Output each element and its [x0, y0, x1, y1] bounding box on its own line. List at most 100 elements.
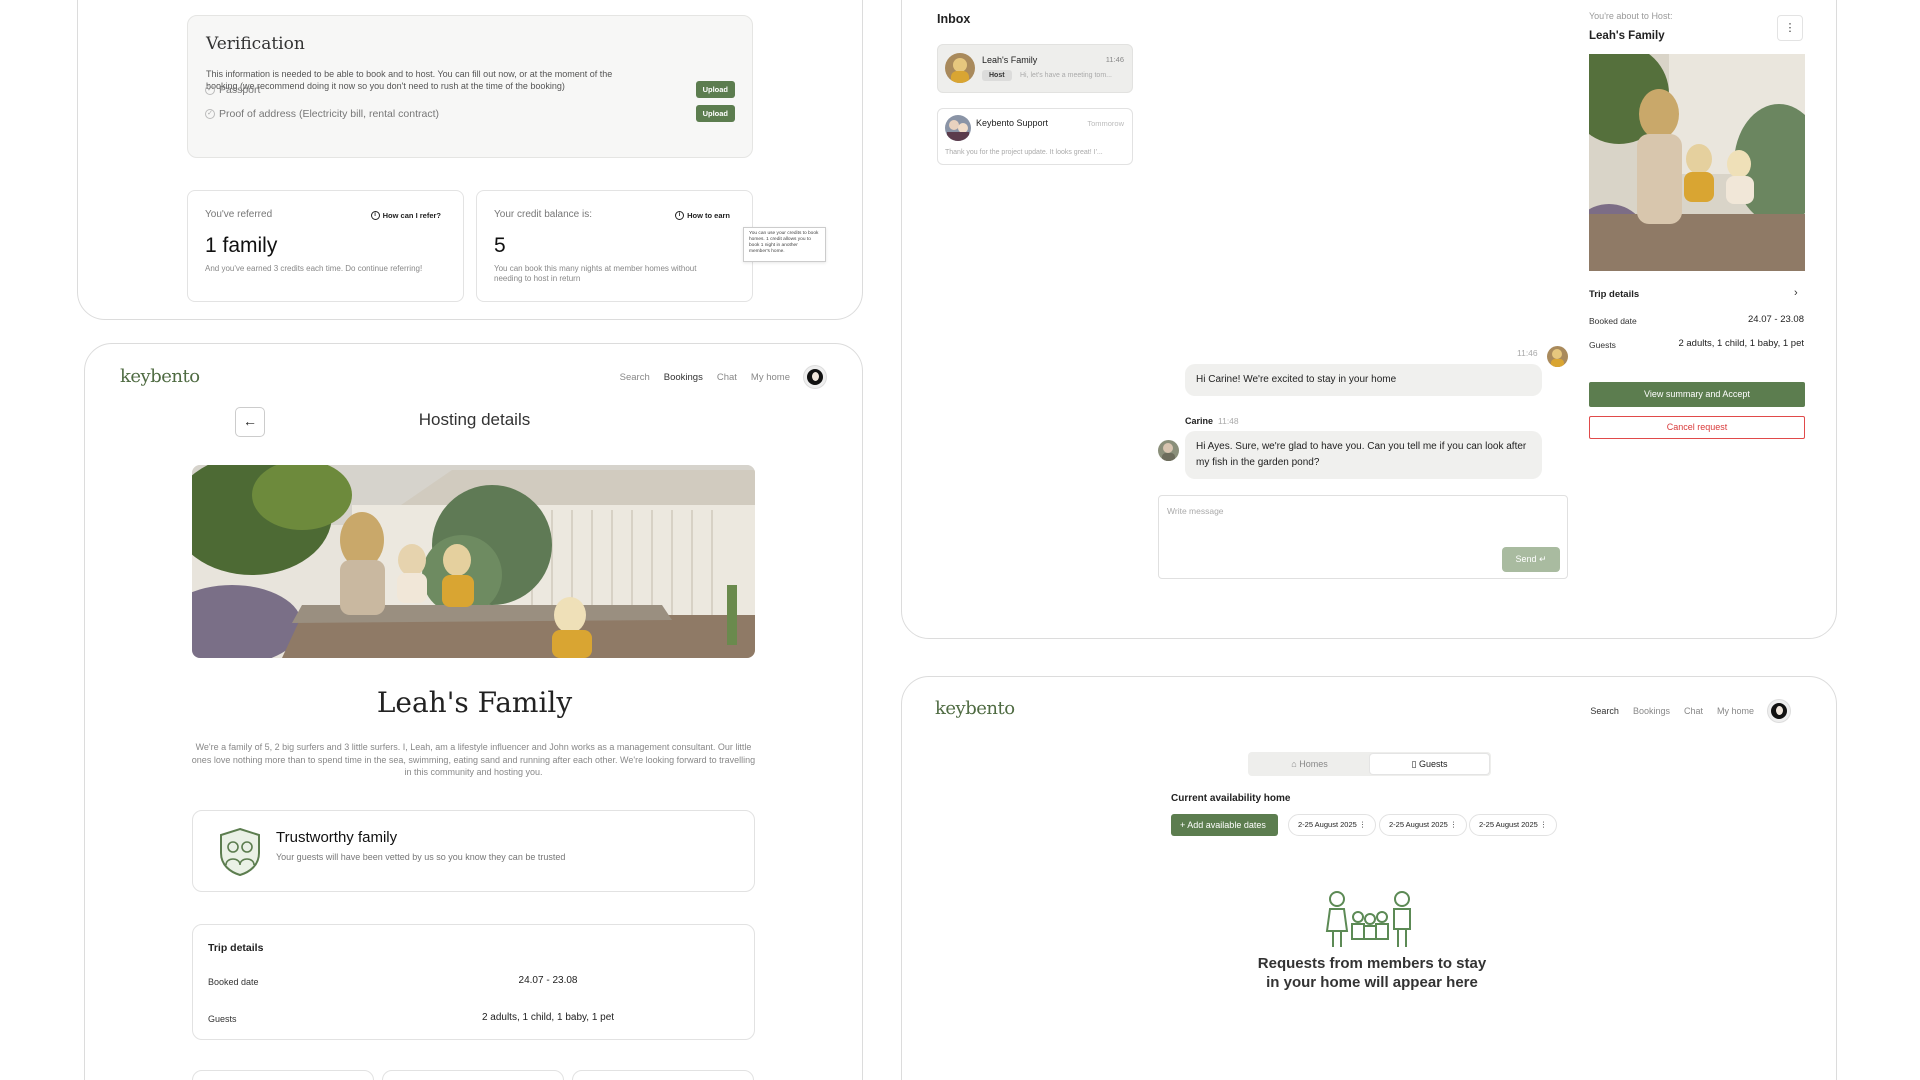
- more-icon: ⋮: [1449, 820, 1458, 829]
- about-to-host-name: Leah's Family: [1589, 30, 1665, 42]
- nav-search[interactable]: Search: [620, 372, 650, 383]
- about-to-host-label: You're about to Host:: [1589, 11, 1673, 21]
- trip-details-card: Trip details Booked date 24.07 - 23.08 G…: [192, 924, 755, 1040]
- home-icon: ⌂: [1291, 759, 1297, 769]
- date-chip[interactable]: 2-25 August 2025 ⋮: [1469, 814, 1558, 836]
- cancel-request-button[interactable]: Cancel request: [1589, 416, 1805, 439]
- keybento-logo[interactable]: keybento: [120, 366, 200, 387]
- info-card: [572, 1070, 754, 1080]
- verification-item-address: ✓ Proof of address (Electricity bill, re…: [205, 105, 735, 123]
- conversation-preview: Hi, let's have a meeting tom...: [1020, 72, 1112, 79]
- conversation-time: 11:46: [1105, 55, 1124, 64]
- chevron-right-icon[interactable]: ›: [1794, 287, 1798, 299]
- booked-date-label: Booked date: [208, 977, 259, 987]
- view-summary-accept-button[interactable]: View summary and Accept: [1589, 382, 1805, 407]
- date-chip-label: 2-25 August 2025: [1479, 820, 1538, 829]
- composer-placeholder: Write message: [1167, 506, 1224, 516]
- nav-bookings[interactable]: Bookings: [1633, 706, 1670, 716]
- shield-family-icon: [220, 827, 260, 877]
- enter-icon: ↵: [1539, 554, 1547, 564]
- info-card: [382, 1070, 564, 1080]
- more-icon: ⋮: [1358, 820, 1367, 829]
- message-sender: Carine: [1185, 416, 1214, 426]
- referred-subtext: And you've earned 3 credits each time. D…: [205, 264, 423, 273]
- nav-search[interactable]: Search: [1590, 706, 1619, 716]
- booked-date-value: 24.07 - 23.08: [1748, 314, 1804, 325]
- avatar: [1547, 346, 1568, 367]
- info-icon: i: [675, 211, 685, 220]
- user-avatar[interactable]: [804, 366, 826, 388]
- family-home-photo: [192, 465, 755, 658]
- message-composer[interactable]: Write message Send ↵: [1158, 495, 1568, 579]
- message-bubble: Hi Carine! We're excited to stay in your…: [1185, 364, 1542, 396]
- keybento-logo[interactable]: keybento: [935, 698, 1015, 719]
- verification-card: Verification This information is needed …: [187, 15, 753, 158]
- homes-guests-toggle: ⌂ Homes ▯ Guests: [1248, 752, 1491, 776]
- tab-guests[interactable]: ▯ Guests: [1370, 754, 1489, 774]
- top-nav: Search Bookings Chat My home: [1590, 700, 1790, 722]
- date-chip[interactable]: 2-25 August 2025 ⋮: [1288, 814, 1377, 836]
- conversation-name: Keybento Support: [976, 118, 1049, 128]
- luggage-icon: ▯: [1411, 759, 1417, 769]
- booked-date-value: 24.07 - 23.08: [518, 975, 578, 986]
- nav-my-home[interactable]: My home: [1717, 706, 1754, 716]
- guests-value: 2 adults, 1 child, 1 baby, 1 pet: [1678, 338, 1804, 349]
- conversation-item[interactable]: Keybento Support Tommorow Thank you for …: [937, 108, 1133, 165]
- avatar: [945, 115, 971, 141]
- tab-homes[interactable]: ⌂ Homes: [1250, 754, 1369, 774]
- profile-panel: Verification This information is needed …: [77, 0, 863, 320]
- credits-value: 5: [494, 234, 506, 257]
- tab-guests-label: Guests: [1418, 759, 1448, 769]
- how-to-earn-label: How to earn: [687, 211, 730, 220]
- message-bubble: Hi Ayes. Sure, we're glad to have you. C…: [1185, 431, 1542, 479]
- user-avatar[interactable]: [1768, 700, 1790, 722]
- hosting-details-page: keybento Search Bookings Chat My home ← …: [84, 343, 863, 1080]
- add-dates-button[interactable]: + Add available dates: [1171, 814, 1278, 836]
- conversation-item[interactable]: Leah's Family 11:46 Host Hi, let's have …: [937, 44, 1133, 93]
- guests-value: 2 adults, 1 child, 1 baby, 1 pet: [481, 1012, 615, 1023]
- guests-label: Guests: [1589, 340, 1616, 350]
- avatar: [1158, 440, 1179, 461]
- nav-chat[interactable]: Chat: [1684, 706, 1703, 716]
- guest-family-photo: [1589, 54, 1805, 271]
- send-label: Send: [1515, 554, 1537, 564]
- availability-title: Current availability home: [1171, 793, 1291, 804]
- avatar: [945, 53, 975, 83]
- trust-subtitle: Your guests will have been vetted by us …: [276, 852, 566, 862]
- availability-page: keybento Search Bookings Chat My home ⌂ …: [901, 676, 1837, 1080]
- how-to-refer-label: How can I refer?: [382, 211, 441, 220]
- page-title: Hosting details: [418, 410, 531, 429]
- how-to-earn-link[interactable]: i How to earn: [675, 211, 730, 220]
- date-chip-label: 2-25 August 2025: [1389, 820, 1448, 829]
- upload-passport-button[interactable]: Upload: [695, 81, 735, 98]
- conversation-time: Tommorow: [1087, 119, 1124, 128]
- nav-bookings[interactable]: Bookings: [664, 372, 703, 383]
- nav-chat[interactable]: Chat: [717, 372, 737, 383]
- verification-item-label: Proof of address (Electricity bill, rent…: [219, 108, 439, 120]
- more-options-button[interactable]: ⋮: [1777, 15, 1803, 41]
- family-illustration-icon: [1325, 891, 1411, 947]
- verification-item-passport: ✓ Passport Upload: [205, 81, 735, 99]
- more-icon: ⋮: [1539, 820, 1548, 829]
- message-time: 11:46: [1517, 348, 1538, 358]
- trip-details-title[interactable]: Trip details: [1589, 289, 1639, 300]
- inbox-title: Inbox: [937, 12, 971, 26]
- date-chip[interactable]: 2-25 August 2025 ⋮: [1379, 814, 1468, 836]
- top-nav: Search Bookings Chat My home: [620, 366, 826, 388]
- trust-card: Trustworthy family Your guests will have…: [192, 810, 755, 892]
- family-name: Leah's Family: [376, 686, 573, 719]
- upload-address-button[interactable]: Upload: [695, 105, 735, 122]
- how-to-refer-link[interactable]: i How can I refer?: [370, 211, 441, 220]
- check-circle-icon: ✓: [205, 109, 215, 119]
- message-time: 11:48: [1218, 416, 1239, 426]
- nav-my-home[interactable]: My home: [751, 372, 790, 383]
- plus-icon: +: [1180, 820, 1186, 830]
- tab-homes-label: Homes: [1299, 759, 1328, 769]
- inbox-page: Inbox Leah's Family 11:46 Host Hi, let's…: [901, 0, 1837, 639]
- send-button[interactable]: Send ↵: [1502, 547, 1560, 572]
- family-description: We're a family of 5, 2 big surfers and 3…: [191, 742, 756, 777]
- credits-subtext: You can book this many nights at member …: [494, 264, 697, 283]
- trust-title: Trustworthy family: [276, 829, 398, 846]
- referred-card: You've referred i How can I refer? 1 fam…: [187, 190, 464, 302]
- credits-card: Your credit balance is: i How to earn 5 …: [476, 190, 753, 302]
